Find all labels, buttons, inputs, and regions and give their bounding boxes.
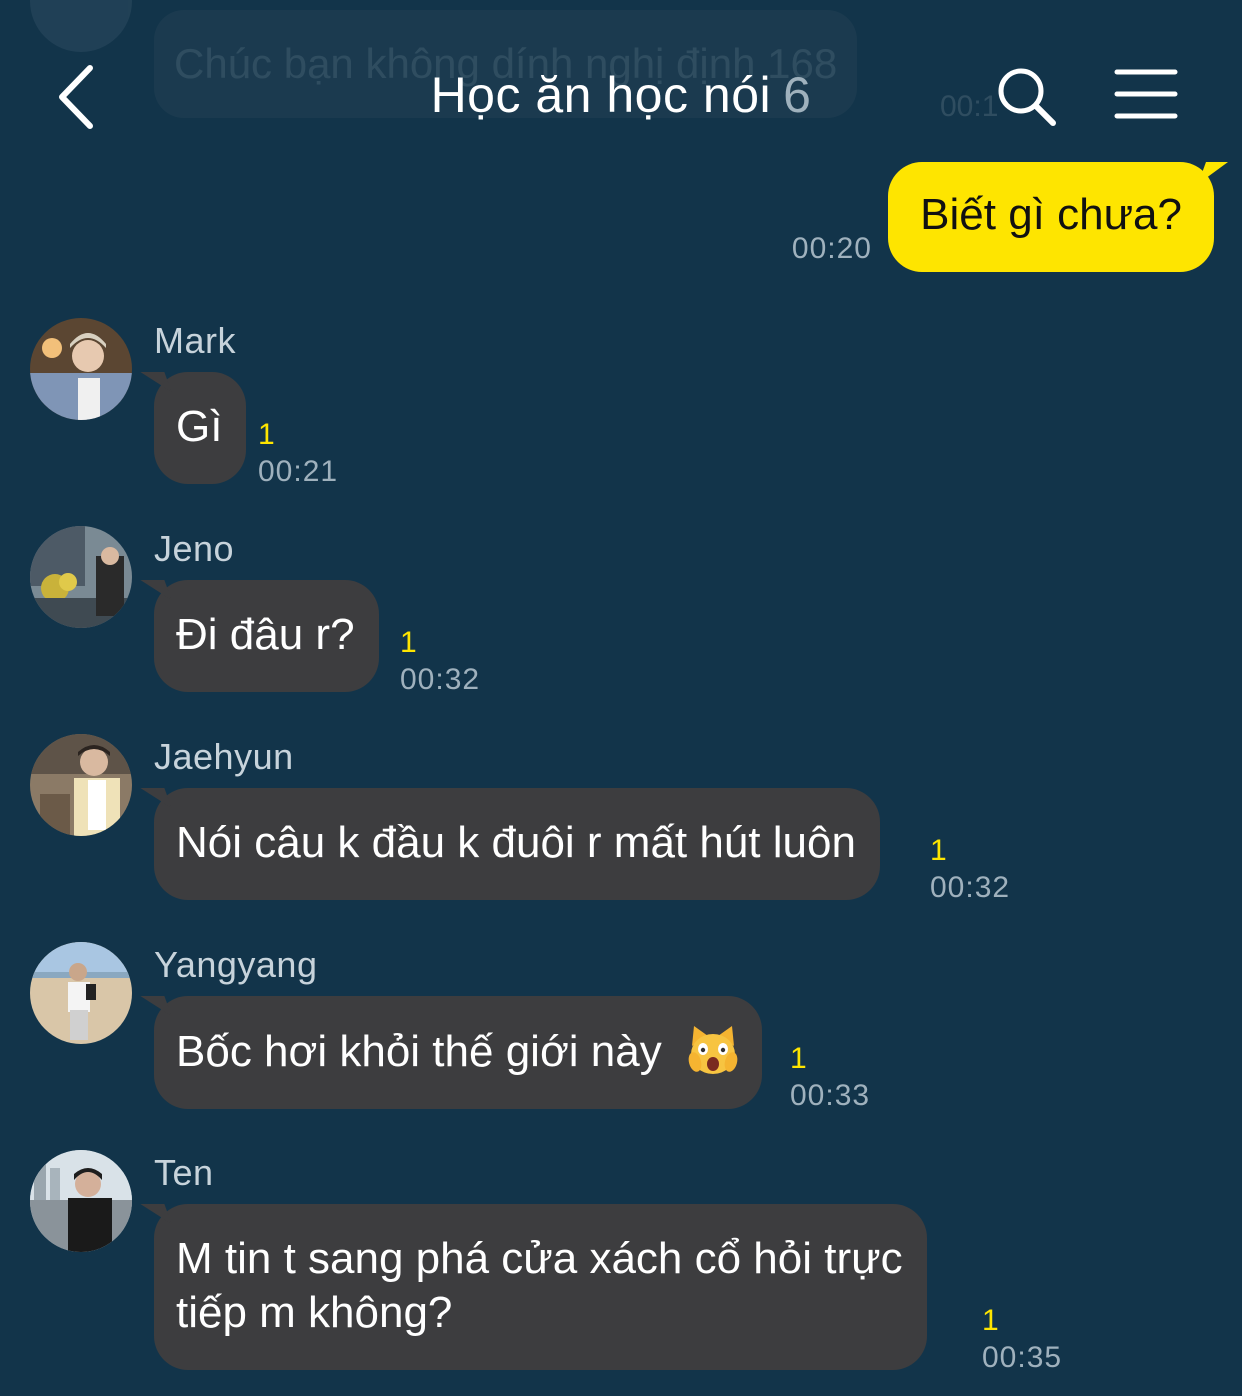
unread-count: 1 (400, 626, 417, 659)
hamburger-menu-icon (1114, 69, 1178, 119)
message-bubble[interactable]: Bốc hơi khỏi thế giới này (154, 996, 762, 1109)
sender-name: Jaehyun (154, 736, 294, 777)
unread-count: 1 (790, 1042, 807, 1075)
outgoing-message[interactable]: Biết gì chưa? (888, 162, 1214, 272)
message-bubble[interactable]: M tin t sang phá cửa xách cổ hỏi trực ti… (154, 1204, 927, 1370)
message-bubble[interactable]: Đi đâu r? (154, 580, 379, 692)
menu-button[interactable] (1114, 68, 1178, 120)
avatar[interactable] (30, 942, 132, 1044)
unread-count: 1 (930, 834, 947, 867)
member-count: 6 (783, 67, 812, 123)
message-text-line: M tin t sang phá cửa xách cổ hỏi trực (176, 1234, 903, 1283)
message-bubble[interactable]: Gì (154, 372, 247, 484)
avatar[interactable] (30, 1150, 132, 1252)
search-button[interactable] (996, 66, 1058, 128)
avatar[interactable] (30, 526, 132, 628)
message-time: 00:32 (400, 663, 481, 696)
avatar[interactable] (30, 318, 132, 420)
message-time: 00:32 (930, 871, 1011, 904)
message-time: 00:20 (791, 232, 872, 265)
message-meta: 1 00:21 (258, 418, 338, 492)
message-meta: 1 00:32 (400, 626, 480, 700)
unread-count: 1 (982, 1304, 999, 1337)
message-meta: 1 00:33 (790, 1042, 870, 1116)
group-name: Học ăn học nói (430, 67, 772, 123)
message-time: 00:35 (982, 1341, 1063, 1374)
sender-name: Jeno (154, 528, 235, 569)
message-time: 00:33 (790, 1079, 871, 1112)
unread-count: 1 (258, 418, 275, 451)
message-bubble[interactable]: Nói câu k đầu k đuôi r mất hút luôn (154, 788, 880, 900)
message-time: 00:21 (258, 455, 339, 488)
message-text-line: tiếp m không? (176, 1288, 453, 1337)
message-meta: 1 00:32 (930, 834, 1010, 908)
chat-header: Học ăn học nói 6 (0, 38, 1242, 158)
avatar[interactable] (30, 734, 132, 836)
search-icon (998, 68, 1056, 126)
message-text: Bốc hơi khỏi thế giới này (176, 1027, 662, 1076)
sender-name: Mark (154, 320, 236, 361)
message-bubble[interactable]: Biết gì chưa? (888, 162, 1214, 272)
sender-name: Yangyang (154, 944, 318, 985)
weary-cat-face-icon (688, 1024, 738, 1076)
message-meta: 1 00:35 (982, 1304, 1062, 1378)
sender-name: Ten (154, 1152, 214, 1193)
